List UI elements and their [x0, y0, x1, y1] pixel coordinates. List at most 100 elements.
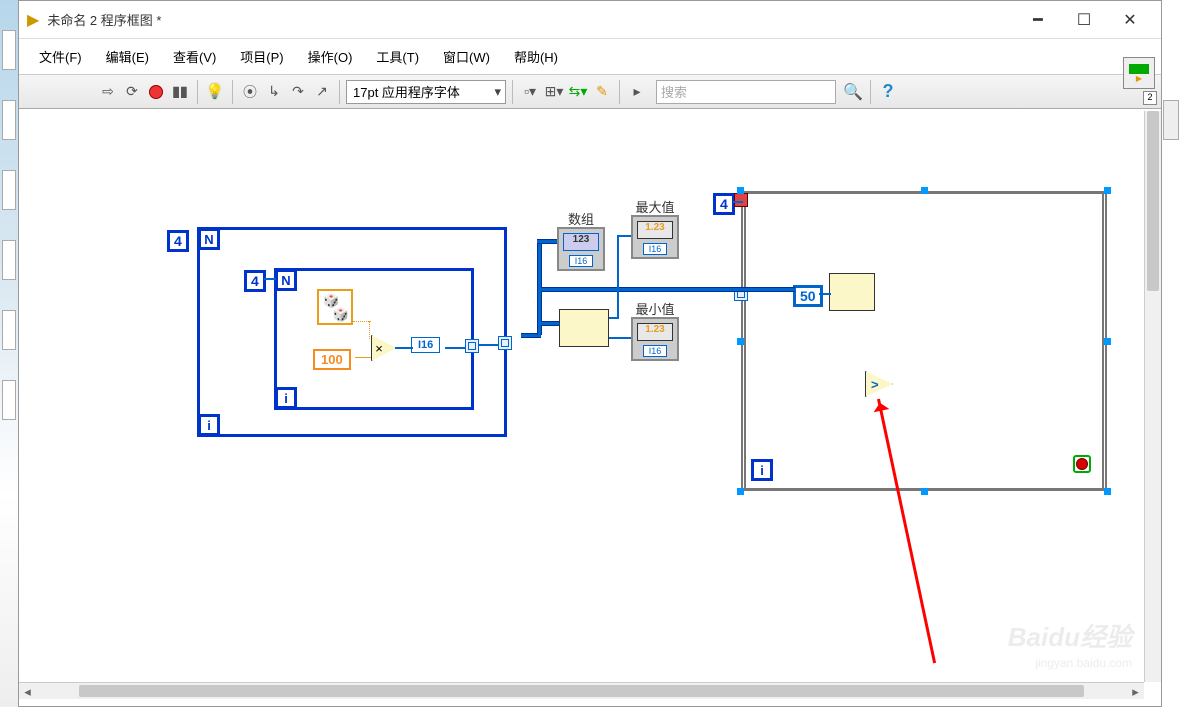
scroll-right-button[interactable]: ▸ [1127, 683, 1144, 700]
wire [355, 357, 371, 358]
menu-file[interactable]: 文件(F) [27, 41, 94, 72]
tunnel-outer-output[interactable] [498, 336, 512, 350]
array-footer: I16 [569, 255, 593, 267]
highlight-exec-button[interactable]: 💡 [204, 81, 226, 103]
loop-i-terminal-inner[interactable]: i [275, 387, 297, 409]
block-diagram-canvas[interactable]: 4 N i 4 N i 100 × I16 [19, 111, 1144, 682]
maximize-button[interactable]: ☐ [1061, 5, 1107, 35]
wire [609, 337, 631, 339]
vertical-scrollbar[interactable] [1144, 111, 1161, 682]
scrollbar-thumb[interactable] [1147, 111, 1159, 291]
menu-window[interactable]: 窗口(W) [431, 41, 502, 72]
step-into-button[interactable]: ↳ [263, 81, 285, 103]
for-loop-inner[interactable]: N i 100 × I16 [274, 268, 474, 410]
selection-handle[interactable] [1104, 338, 1111, 345]
tunnel-inner-output[interactable] [465, 339, 479, 353]
multiply-node[interactable]: × [371, 335, 397, 361]
close-button[interactable]: ✕ [1107, 5, 1153, 35]
menu-operate[interactable]: 操作(O) [296, 41, 365, 72]
intensity-graph-terminal[interactable] [829, 273, 875, 311]
connector-pane[interactable]: 2 [1143, 91, 1157, 105]
context-help-button[interactable]: ? [877, 81, 899, 103]
toolbar: ⇨ ⟳ ▮▮ 💡 ⦿ ↳ ↷ ↗ 17pt 应用程序字体 ▫▾ ⊞▾ ⇆▾ ✎ … [19, 75, 1161, 109]
resize-button[interactable]: ⇆▾ [567, 81, 589, 103]
wire [733, 201, 743, 203]
align-button[interactable]: ▫▾ [519, 81, 541, 103]
selection-handle[interactable] [1104, 488, 1111, 495]
while-stop-terminal[interactable] [1073, 455, 1091, 473]
constant-50[interactable]: 50 [793, 285, 823, 307]
menu-tools[interactable]: 工具(T) [364, 41, 431, 72]
desktop-background-sliver [0, 0, 18, 707]
selection-handle[interactable] [737, 338, 744, 345]
menu-edit[interactable]: 编辑(E) [94, 41, 161, 72]
loop-n-terminal-inner[interactable]: N [275, 269, 297, 291]
main-window: ▶ 未命名 2 程序框图 * ━ ☐ ✕ 文件(F) 编辑(E) 查看(V) 项… [18, 0, 1162, 707]
array-indicator[interactable]: 数组 123I16 [557, 227, 605, 271]
step-out-button[interactable]: ↗ [311, 81, 333, 103]
run-continuous-button[interactable]: ⟳ [121, 81, 143, 103]
font-selector[interactable]: 17pt 应用程序字体 [346, 80, 506, 104]
for-loop-outer[interactable]: N i 4 N i 100 × I16 [197, 227, 507, 437]
while-loop[interactable]: i 50 > [741, 191, 1107, 491]
wire [369, 321, 370, 339]
loop-i-terminal[interactable]: i [198, 414, 220, 436]
min-value: 1.23 [637, 323, 673, 341]
wire [264, 278, 276, 280]
selection-handle[interactable] [921, 488, 928, 495]
max-footer: I16 [643, 243, 667, 255]
constant-100[interactable]: 100 [313, 349, 351, 370]
wire-2d [741, 287, 795, 292]
min-footer: I16 [643, 345, 667, 357]
while-i-terminal[interactable]: i [751, 459, 773, 481]
selection-handle[interactable] [737, 187, 744, 194]
distribute-button[interactable]: ⊞▾ [543, 81, 565, 103]
wire [819, 293, 831, 295]
menu-project[interactable]: 项目(P) [228, 41, 295, 72]
titlebar: ▶ 未命名 2 程序框图 * ━ ☐ ✕ [19, 1, 1161, 39]
search-icon[interactable]: 🔍 [842, 81, 864, 103]
reorder-button[interactable]: ▸ [626, 81, 648, 103]
selection-handle[interactable] [921, 187, 928, 194]
wire [395, 347, 413, 349]
font-selector-label: 17pt 应用程序字体 [353, 82, 460, 101]
wire-2d [541, 321, 561, 326]
shift-register-left[interactable] [734, 193, 748, 207]
run-button[interactable]: ⇨ [97, 81, 119, 103]
min-indicator[interactable]: 最小值 1.23I16 [631, 317, 679, 361]
watermark: Baidu经验 [1008, 617, 1132, 654]
max-indicator[interactable]: 最大值 1.23I16 [631, 215, 679, 259]
minimize-button[interactable]: ━ [1015, 5, 1061, 35]
random-number-node[interactable] [317, 289, 353, 325]
vi-icon-pane[interactable]: ▶ [1123, 57, 1155, 89]
abort-button[interactable] [145, 81, 167, 103]
loop-count-constant-inner[interactable]: 4 [244, 270, 266, 292]
search-input[interactable]: 搜索 [656, 80, 836, 104]
loop-count-constant-outer[interactable]: 4 [167, 230, 189, 252]
pause-button[interactable]: ▮▮ [169, 81, 191, 103]
wire-2d [537, 287, 542, 335]
max-value: 1.23 [637, 221, 673, 239]
cleanup-button[interactable]: ✎ [591, 81, 613, 103]
array-label: 数组 [557, 209, 605, 228]
max-label: 最大值 [631, 197, 679, 216]
background-window-sliver [1163, 100, 1179, 140]
watermark-sub: jingyan.baidu.com [1035, 656, 1132, 670]
menu-view[interactable]: 查看(V) [161, 41, 228, 72]
loop-n-terminal[interactable]: N [198, 228, 220, 250]
while-constant-4[interactable]: 4 [713, 193, 735, 215]
horizontal-scrollbar[interactable]: ◂ ▸ [19, 682, 1144, 699]
retain-values-button[interactable]: ⦿ [239, 81, 261, 103]
menubar: 文件(F) 编辑(E) 查看(V) 项目(P) 操作(O) 工具(T) 窗口(W… [19, 39, 1161, 75]
app-icon: ▶ [27, 10, 39, 30]
selection-handle[interactable] [737, 488, 744, 495]
step-over-button[interactable]: ↷ [287, 81, 309, 103]
scrollbar-thumb-h[interactable] [79, 685, 1084, 697]
scroll-left-button[interactable]: ◂ [19, 683, 36, 700]
window-title: 未命名 2 程序框图 * [47, 10, 1015, 29]
menu-help[interactable]: 帮助(H) [502, 41, 570, 72]
selection-handle[interactable] [1104, 187, 1111, 194]
to-i16-node[interactable]: I16 [411, 337, 440, 353]
array-maxmin-node[interactable] [559, 309, 609, 347]
wire [617, 235, 631, 237]
